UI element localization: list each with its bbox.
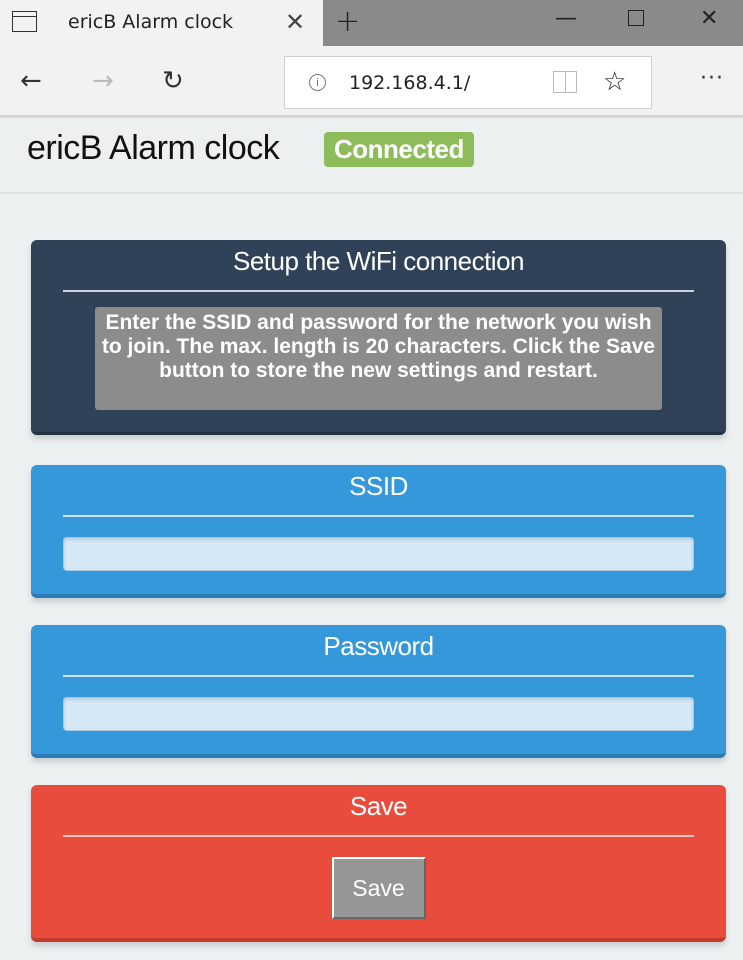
wifi-info-text: Enter the SSID and password for the netw… [95, 307, 662, 410]
divider [63, 675, 694, 677]
more-options-icon[interactable]: ··· [700, 66, 724, 91]
save-button[interactable]: Save [331, 857, 426, 919]
browser-titlebar: ericB Alarm clock ✕ + — ✕ [0, 0, 743, 46]
password-card-title: Password [323, 631, 434, 661]
save-card-title: Save [349, 791, 408, 821]
tab-title: ericB Alarm clock [68, 11, 234, 33]
divider [63, 835, 694, 837]
back-arrow-icon[interactable]: ← [20, 66, 42, 96]
favorite-star-icon[interactable]: ☆ [603, 67, 626, 97]
password-card: Password [31, 625, 726, 758]
password-input[interactable] [63, 697, 694, 731]
tab-page-icon [12, 11, 37, 32]
new-tab-icon[interactable]: + [335, 4, 360, 39]
page-header: ericB Alarm clock Connected [0, 121, 743, 194]
ssid-input[interactable] [63, 537, 694, 571]
wifi-setup-card: Setup the WiFi connection Enter the SSID… [31, 240, 726, 435]
wifi-card-title: Setup the WiFi connection [233, 246, 525, 276]
ssid-card-title: SSID [349, 471, 408, 501]
url-text[interactable]: 192.168.4.1/ [349, 72, 470, 94]
tab-close-icon[interactable]: ✕ [285, 8, 305, 36]
reading-view-icon[interactable] [553, 71, 577, 93]
refresh-icon[interactable]: ↻ [162, 66, 184, 96]
page-title: ericB Alarm clock [27, 129, 280, 167]
site-info-icon[interactable]: i [309, 74, 326, 91]
status-badge: Connected [324, 132, 474, 167]
maximize-icon[interactable] [628, 10, 644, 26]
window-close-icon[interactable]: ✕ [700, 6, 718, 31]
browser-tab[interactable]: ericB Alarm clock ✕ [0, 0, 323, 46]
save-card: Save Save [31, 785, 726, 942]
address-bar[interactable]: i 192.168.4.1/ ☆ [284, 56, 652, 109]
browser-navbar: ← → ↻ i 192.168.4.1/ ☆ ··· [0, 46, 743, 118]
minimize-icon[interactable]: — [555, 6, 577, 31]
forward-arrow-icon[interactable]: → [92, 66, 114, 96]
divider [63, 515, 694, 517]
divider [63, 290, 694, 292]
ssid-card: SSID [31, 465, 726, 598]
